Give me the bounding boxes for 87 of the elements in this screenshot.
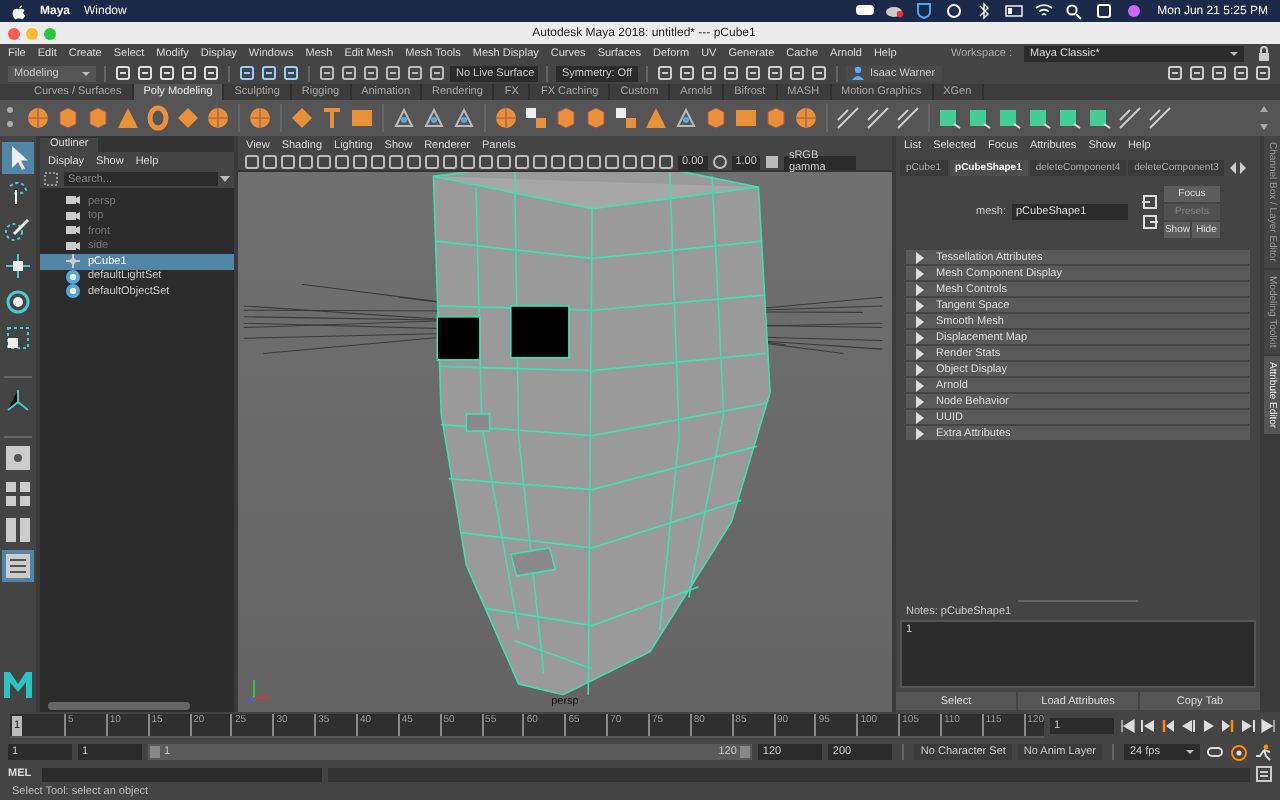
step-back-key-icon[interactable] [1140, 718, 1156, 734]
skip-to-end-icon[interactable] [1260, 718, 1276, 734]
wifi-icon[interactable] [1033, 2, 1054, 20]
axis-gizmo-icon [246, 676, 274, 704]
tile-with-stroke-icon[interactable] [1086, 104, 1114, 132]
outliner-layout-icon[interactable] [2, 550, 34, 582]
rectangle-icon[interactable] [348, 104, 376, 132]
rectangle-icon[interactable] [732, 104, 760, 132]
control-center-icon[interactable] [1093, 2, 1114, 20]
tile-with-stroke-icon[interactable] [1026, 104, 1054, 132]
input-connection-icon[interactable] [1141, 194, 1158, 210]
sphere-icon[interactable] [24, 104, 52, 132]
four-pane-icon[interactable] [2, 478, 34, 510]
scroll-arrows-icon[interactable] [1258, 102, 1270, 134]
transform-node-icon [64, 252, 82, 271]
sphere-icon[interactable] [204, 104, 232, 132]
cube-icon[interactable] [762, 104, 790, 132]
sphere-icon[interactable] [492, 104, 520, 132]
command-input-field[interactable] [42, 767, 322, 781]
horizontal-scrollbar[interactable] [40, 700, 234, 712]
cube-icon[interactable] [84, 104, 112, 132]
diamond-icon[interactable] [174, 104, 202, 132]
tile-with-stroke-icon[interactable] [966, 104, 994, 132]
step-forward-key-icon[interactable] [1220, 718, 1236, 734]
edge-tool-icon[interactable] [894, 104, 922, 132]
mesh-tool-icon[interactable] [390, 104, 418, 132]
tile-with-stroke-icon[interactable] [1056, 104, 1084, 132]
tile-with-stroke-icon[interactable] [996, 104, 1024, 132]
sphere-icon[interactable] [792, 104, 820, 132]
paint-brush-icon[interactable] [2, 214, 34, 246]
gamma-icon[interactable] [711, 154, 728, 170]
edge-tool-icon[interactable] [1146, 104, 1174, 132]
sphere-icon[interactable] [246, 104, 274, 132]
selection-mode-icon[interactable] [238, 64, 256, 82]
selection-mode-icon[interactable] [282, 64, 300, 82]
tab-scroll-arrows-icon[interactable] [1230, 162, 1247, 174]
edge-tool-icon[interactable] [834, 104, 862, 132]
mesh-tool-icon[interactable] [420, 104, 448, 132]
move-arrows-icon[interactable] [2, 250, 34, 282]
cone-icon[interactable] [642, 104, 670, 132]
filter-icon[interactable] [44, 172, 58, 186]
two-pane-icon[interactable] [2, 514, 34, 546]
user-icon [852, 66, 865, 80]
edge-tool-icon[interactable] [1116, 104, 1144, 132]
dropdown-caret-icon[interactable] [220, 175, 230, 183]
shield-icon[interactable] [913, 2, 934, 20]
range-handle[interactable] [150, 746, 160, 758]
camera-icon [64, 207, 82, 226]
cone-icon[interactable] [114, 104, 142, 132]
split-cubes-icon[interactable] [522, 104, 550, 132]
loop-icon[interactable] [1206, 744, 1224, 760]
running-figure-icon[interactable] [1254, 743, 1272, 761]
torus-icon[interactable] [144, 104, 172, 132]
cube-icon[interactable] [54, 104, 82, 132]
tile-with-stroke-icon[interactable] [936, 104, 964, 132]
close-button[interactable] [8, 27, 20, 39]
diamond-icon[interactable] [288, 104, 316, 132]
siri-icon[interactable] [1123, 2, 1144, 20]
resize-handle[interactable] [1018, 600, 1138, 602]
single-pane-icon[interactable] [2, 442, 34, 474]
battery-icon[interactable] [1003, 2, 1024, 20]
apple-logo-icon[interactable] [12, 3, 26, 19]
scale-icon[interactable] [2, 322, 34, 354]
step-forward-key-icon[interactable] [1240, 718, 1256, 734]
cube-icon[interactable] [702, 104, 730, 132]
range-handle[interactable] [740, 746, 751, 758]
camera-icon [64, 237, 82, 256]
cube-icon[interactable] [552, 104, 580, 132]
auto-key-icon[interactable] [1230, 743, 1248, 761]
selection-mode-icon[interactable] [260, 64, 278, 82]
search-icon[interactable] [1063, 2, 1084, 20]
mesh-tool-icon[interactable] [450, 104, 478, 132]
rotate-icon[interactable] [2, 286, 34, 318]
lock-icon[interactable] [1256, 45, 1272, 61]
script-editor-icon[interactable] [1256, 766, 1272, 782]
edge-tool-icon[interactable] [864, 104, 892, 132]
cloud-icon[interactable] [883, 2, 904, 20]
split-cubes-icon[interactable] [612, 104, 640, 132]
output-connection-icon[interactable] [1141, 214, 1158, 230]
cube-icon[interactable] [582, 104, 610, 132]
letter-t-icon[interactable] [318, 104, 346, 132]
play-icon[interactable] [1200, 718, 1216, 734]
step-back-key-icon[interactable] [1160, 718, 1176, 734]
maya-logo-icon[interactable] [2, 668, 34, 700]
play-backward-icon[interactable] [1180, 718, 1196, 734]
mesh-tool-icon[interactable] [672, 104, 700, 132]
skip-to-start-icon[interactable] [1120, 718, 1136, 734]
